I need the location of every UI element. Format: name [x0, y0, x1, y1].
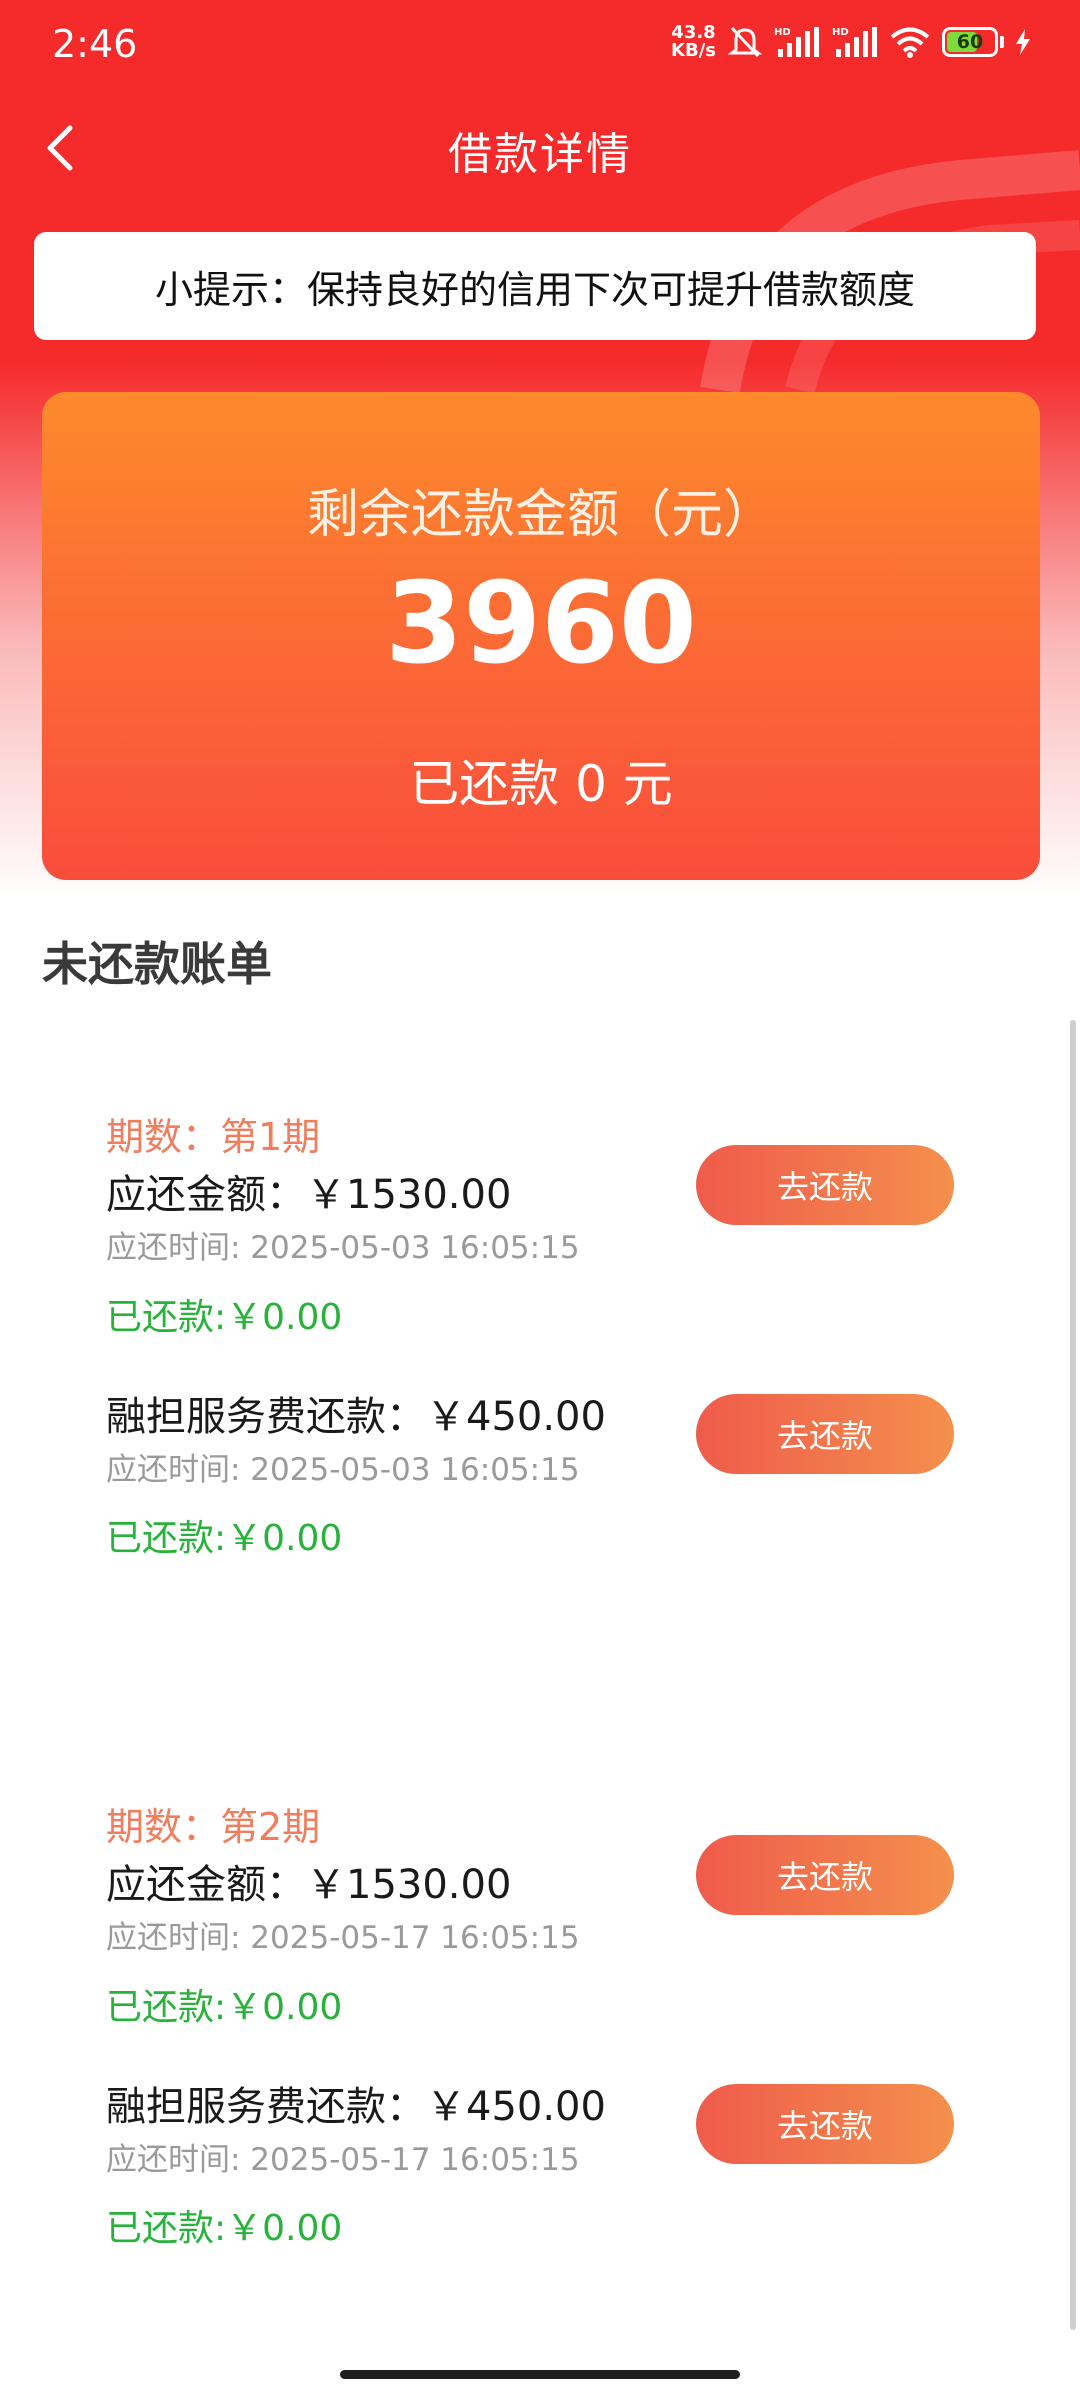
paid-summary: 已还款 0 元 — [409, 755, 673, 813]
status-bar: 2:46 43.8 KB/s HD HD 60 — [0, 0, 1080, 92]
paid-amount: 已还款:￥0.00 — [106, 1987, 343, 2028]
hd-signal-icon: HD — [774, 25, 820, 59]
due-time: 应还时间: 2025-05-03 16:05:15 — [106, 1452, 580, 1488]
tip-banner: 小提示：保持良好的信用下次可提升借款额度 — [34, 232, 1036, 340]
mute-bell-icon — [728, 24, 762, 60]
repay-button[interactable]: 去还款 — [696, 1145, 954, 1225]
status-icons: 43.8 KB/s HD HD 60 — [671, 24, 1030, 60]
due-amount: 融担服务费还款：￥450.00 — [106, 1394, 606, 1440]
due-amount: 应还金额：￥1530.00 — [106, 1862, 512, 1908]
paid-amount: 已还款:￥0.00 — [106, 1518, 343, 1559]
battery-level: 60 — [956, 31, 984, 53]
repay-button[interactable]: 去还款 — [696, 1394, 954, 1474]
summary-card: 剩余还款金额（元） 3960 已还款 0 元 — [42, 392, 1040, 880]
remaining-amount-label: 剩余还款金额（元） — [306, 485, 775, 545]
repay-button[interactable]: 去还款 — [696, 2084, 954, 2164]
nav-bar: 借款详情 — [0, 100, 1080, 196]
svg-text:HD: HD — [832, 27, 849, 38]
network-speed-unit: KB/s — [671, 40, 716, 61]
hd-signal-icon: HD — [832, 25, 878, 59]
due-time: 应还时间: 2025-05-17 16:05:15 — [106, 1920, 580, 1956]
section-title: 未还款账单 — [42, 937, 272, 991]
due-time: 应还时间: 2025-05-03 16:05:15 — [106, 1230, 580, 1266]
home-indicator[interactable] — [340, 2370, 740, 2379]
charging-icon — [1016, 29, 1030, 55]
due-amount: 融担服务费还款：￥450.00 — [106, 2084, 606, 2130]
status-time: 2:46 — [52, 22, 138, 66]
svg-text:HD: HD — [774, 27, 791, 38]
wifi-icon — [890, 26, 930, 58]
period-label: 期数：第2期 — [106, 1805, 321, 1849]
paid-amount: 已还款:￥0.00 — [106, 1297, 343, 1338]
due-time: 应还时间: 2025-05-17 16:05:15 — [106, 2142, 580, 2178]
paid-amount: 已还款:￥0.00 — [106, 2208, 343, 2249]
remaining-amount: 3960 — [385, 559, 697, 689]
due-amount: 应还金额：￥1530.00 — [106, 1172, 512, 1218]
battery-icon: 60 — [942, 27, 1004, 57]
network-speed: 43.8 KB/s — [671, 24, 716, 60]
page-title: 借款详情 — [448, 129, 632, 180]
period-label: 期数：第1期 — [106, 1115, 321, 1159]
scrollbar[interactable] — [1070, 1020, 1076, 2330]
repay-button[interactable]: 去还款 — [696, 1835, 954, 1915]
